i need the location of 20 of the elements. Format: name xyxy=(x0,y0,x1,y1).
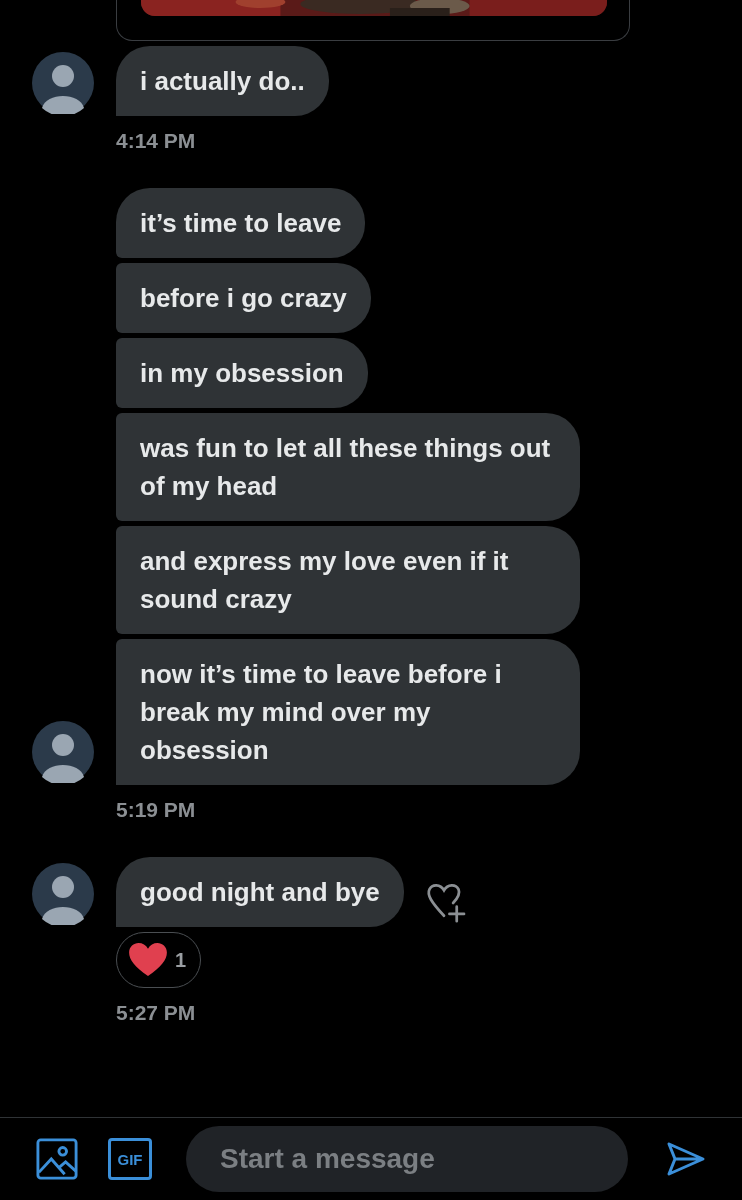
gif-button[interactable]: GIF xyxy=(108,1138,152,1180)
send-icon[interactable] xyxy=(666,1141,706,1177)
attachment-card[interactable] xyxy=(116,0,630,41)
message-bubble: was fun to let all these things out of my head xyxy=(116,413,580,521)
message-bubble: in my obsession xyxy=(116,338,368,408)
message-bubble: before i go crazy xyxy=(116,263,371,333)
avatar[interactable] xyxy=(32,721,94,783)
message-bubble: i actually do.. xyxy=(116,46,329,116)
heart-icon xyxy=(129,943,167,977)
avatar[interactable] xyxy=(32,863,94,925)
image-icon[interactable] xyxy=(36,1138,78,1180)
message-bubble: it’s time to leave xyxy=(116,188,366,258)
message-time: 5:27 PM xyxy=(116,1001,197,1025)
message-bubble: good night and bye xyxy=(116,857,404,927)
message-time: 5:19 PM xyxy=(116,798,197,822)
message-time: 4:14 PM xyxy=(116,129,197,153)
message-bubble: and express my love even if it sound crazy xyxy=(116,526,580,634)
message-field[interactable]: Start a message xyxy=(186,1126,628,1192)
avatar[interactable] xyxy=(32,52,94,114)
message-bubble: now it’s time to leave before i break my mind over my obsession xyxy=(116,639,580,785)
